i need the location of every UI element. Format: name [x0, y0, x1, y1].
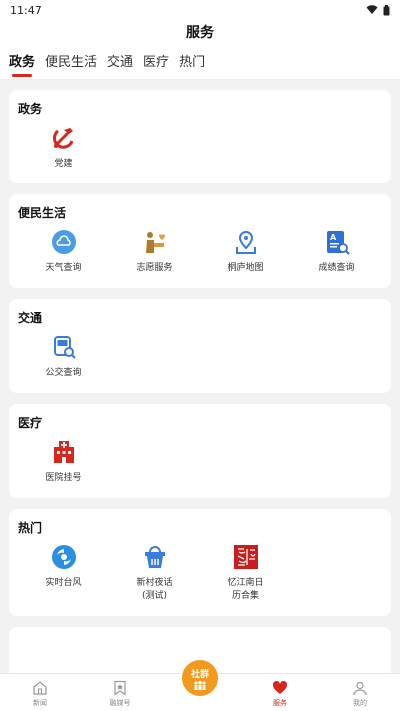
service-label-sub: 历合集	[231, 591, 259, 601]
section-title-hot: 热门	[18, 521, 43, 535]
people-icon	[194, 680, 206, 690]
service-label: 公交查询	[45, 368, 82, 378]
shopping-basket-icon	[141, 543, 169, 571]
service-map[interactable]: 桐庐地图	[200, 228, 291, 275]
section-title-life: 便民生活	[18, 206, 67, 220]
status-bar: 11:47	[0, 0, 400, 20]
calligraphy-logo-icon	[232, 543, 260, 571]
community-button[interactable]: 社群	[180, 658, 220, 698]
section-traffic: 交通 公交查询	[9, 299, 391, 393]
nav-label: 我的	[353, 699, 367, 707]
section-title-traffic: 交通	[18, 311, 43, 325]
wifi-icon	[366, 5, 378, 14]
volunteer-icon	[141, 228, 169, 256]
service-jiangnan-collection[interactable]: 忆江南日 历合集	[200, 543, 291, 603]
map-pin-icon	[232, 228, 260, 256]
service-label-sub: (测试)	[141, 591, 168, 601]
heart-icon	[272, 680, 288, 694]
tab-traffic[interactable]: 交通	[106, 46, 134, 80]
nav-services[interactable]: 服务	[240, 674, 320, 711]
section-hot: 热门 实时台风 新村夜话 (测试) 忆江南日 历合集	[9, 509, 391, 616]
section-life: 便民生活 天气查询 志愿服务 桐庐地图 A 成绩查询	[9, 194, 391, 288]
weather-icon	[50, 228, 78, 256]
svg-text:A: A	[330, 233, 337, 242]
service-label: 天气查询	[45, 263, 82, 273]
section-medical: 医疗 医院挂号	[9, 404, 391, 498]
service-scores[interactable]: A 成绩查询	[291, 228, 382, 275]
service-label: 忆江南日	[227, 578, 264, 588]
document-search-icon: A	[323, 228, 351, 256]
service-bus[interactable]: 公交查询	[18, 333, 109, 380]
service-label: 桐庐地图	[227, 263, 264, 273]
bookmark-star-icon	[114, 680, 126, 696]
nav-label: 融媒号	[109, 699, 131, 707]
section-title-gov: 政务	[18, 102, 43, 116]
hammer-sickle-icon	[50, 124, 78, 152]
tab-medical[interactable]: 医疗	[142, 46, 170, 80]
battery-icon	[383, 4, 390, 15]
nav-media[interactable]: 融媒号	[80, 674, 160, 711]
service-party-building[interactable]: 党建	[18, 124, 109, 171]
status-icons	[366, 4, 390, 16]
community-label: 社群	[190, 669, 209, 680]
section-title-medical: 医疗	[18, 416, 43, 430]
service-volunteer[interactable]: 志愿服务	[109, 228, 200, 275]
nav-me[interactable]: 我的	[320, 674, 400, 711]
service-label: 实时台风	[45, 578, 82, 588]
service-typhoon[interactable]: 实时台风	[18, 543, 109, 603]
service-label: 志愿服务	[136, 263, 173, 273]
section-gov: 政务 党建	[9, 90, 391, 183]
service-village-talk[interactable]: 新村夜话 (测试)	[109, 543, 200, 603]
nav-label: 新闻	[33, 699, 47, 707]
tab-gov[interactable]: 政务	[8, 46, 36, 80]
bottom-nav: 新闻 融媒号 服务 我的 社群	[0, 658, 400, 711]
nav-news[interactable]: 新闻	[0, 674, 80, 711]
service-label: 医院挂号	[45, 473, 82, 483]
tab-life[interactable]: 便民生活	[44, 46, 98, 80]
service-label: 新村夜话	[136, 578, 173, 588]
service-label: 成绩查询	[318, 263, 355, 273]
page-title: 服务	[0, 20, 400, 46]
user-icon	[353, 681, 367, 696]
home-icon	[33, 681, 47, 695]
service-label: 党建	[54, 159, 73, 169]
bus-search-icon	[50, 333, 78, 361]
category-tabs: 政务 便民生活 交通 医疗 热门	[0, 46, 400, 80]
typhoon-icon	[50, 543, 78, 571]
service-weather[interactable]: 天气查询	[18, 228, 109, 275]
services-content: 政务 党建 便民生活 天气查询 志愿服务 桐庐地图 A 成绩查询 交通 公交查询…	[0, 80, 400, 687]
tab-hot[interactable]: 热门	[178, 46, 206, 80]
status-time: 11:47	[10, 3, 42, 17]
service-hospital[interactable]: 医院挂号	[18, 438, 109, 485]
hospital-icon	[50, 438, 78, 466]
nav-label: 服务	[273, 699, 287, 707]
